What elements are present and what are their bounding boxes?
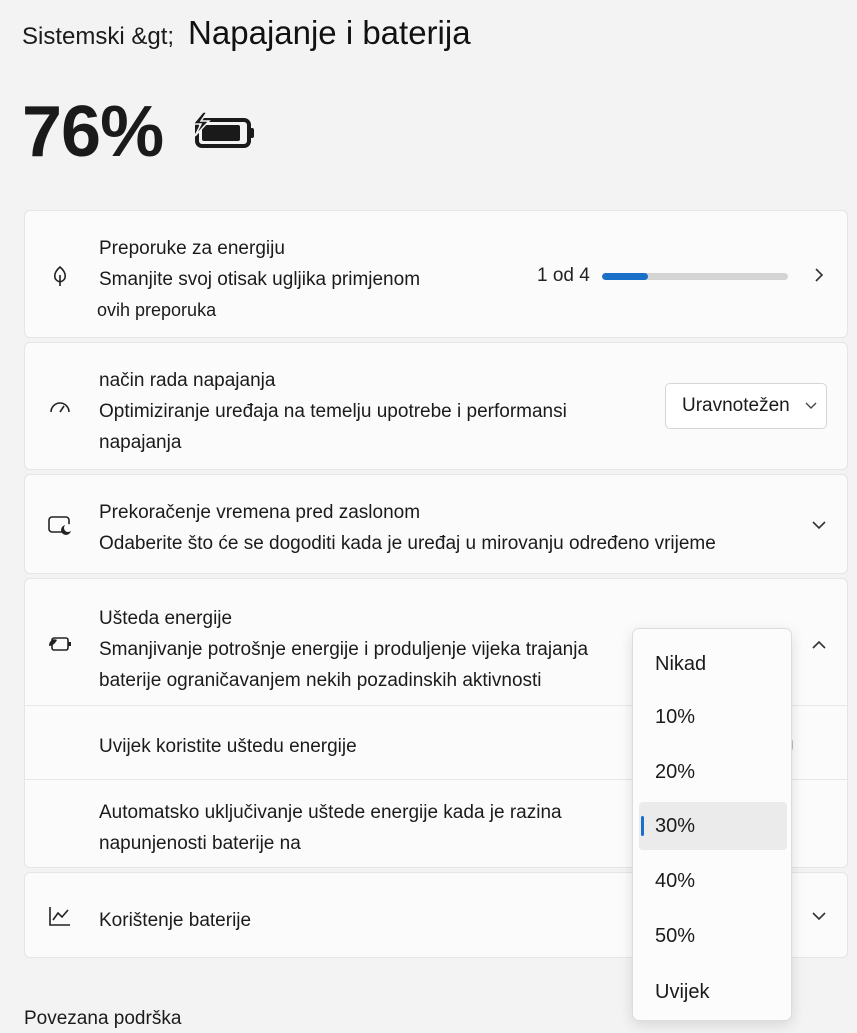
battery-saver-icon bbox=[47, 631, 73, 657]
energy-saver-title: Ušteda energije bbox=[99, 608, 233, 629]
breadcrumb: Sistemski &gt; Napajanje i baterija bbox=[22, 14, 471, 52]
energy-saver-desc-2: baterije ograničavanjem nekih pozadinski… bbox=[99, 670, 542, 691]
chevron-down-icon bbox=[812, 521, 826, 530]
chevron-right-icon bbox=[815, 268, 824, 282]
recommendations-desc-2: ovih preporuka bbox=[97, 300, 217, 320]
option-label: Nikad bbox=[655, 652, 707, 675]
chart-icon bbox=[47, 903, 73, 929]
recommendations-desc: Smanjite svoj otisak ugljika primjenom bbox=[99, 269, 421, 290]
option-nikad[interactable]: Nikad bbox=[639, 640, 787, 688]
battery-percentage: 76% bbox=[22, 92, 164, 172]
option-label: 20% bbox=[655, 760, 696, 783]
option-label: 50% bbox=[655, 924, 696, 947]
selection-indicator bbox=[641, 816, 644, 836]
auto-energy-saver-text: Automatsko uključivanje uštede energije … bbox=[99, 797, 562, 859]
battery-usage-title: Korištenje baterije bbox=[99, 910, 252, 931]
option-20[interactable]: 20% bbox=[639, 748, 787, 796]
power-mode-card: način rada napajanja Optimiziranje uređa… bbox=[24, 342, 848, 470]
option-label: Uvijek bbox=[655, 980, 710, 1003]
energy-recommendations-card[interactable]: Preporuke za energiju Smanjite svoj otis… bbox=[24, 210, 848, 338]
chevron-down-icon bbox=[812, 912, 826, 921]
option-40[interactable]: 40% bbox=[639, 857, 787, 905]
gauge-icon bbox=[47, 395, 73, 421]
screen-sleep-icon bbox=[47, 512, 73, 538]
breadcrumb-parent[interactable]: Sistemski &gt; bbox=[22, 23, 174, 51]
option-label: 10% bbox=[655, 705, 696, 728]
option-50[interactable]: 50% bbox=[639, 912, 787, 960]
option-30-selected[interactable]: 30% bbox=[639, 802, 787, 850]
always-energy-saver-label: Uvijek koristite uštedu energije bbox=[99, 736, 357, 757]
energy-saver-desc: Smanjivanje potrošnje energije i produlj… bbox=[99, 639, 589, 660]
leaf-icon bbox=[47, 263, 73, 289]
auto-energy-saver-line1: Automatsko uključivanje uštede energije … bbox=[99, 802, 562, 823]
option-label: 40% bbox=[655, 869, 696, 892]
power-mode-desc-2: napajanja bbox=[99, 432, 182, 453]
screen-timeout-card[interactable]: Prekoračenje vremena pred zaslonom Odabe… bbox=[24, 474, 848, 574]
related-support-heading: Povezana podrška bbox=[24, 1008, 182, 1029]
power-mode-dropdown[interactable]: Uravnotežen bbox=[665, 383, 827, 429]
chevron-up-icon[interactable] bbox=[811, 637, 827, 653]
option-label: 30% bbox=[655, 814, 696, 837]
option-uvijek[interactable]: Uvijek bbox=[639, 968, 787, 1016]
power-mode-selected: Uravnotežen bbox=[682, 395, 790, 416]
page-title: Napajanje i baterija bbox=[188, 14, 471, 51]
battery-status: 76% bbox=[22, 96, 257, 168]
auto-energy-saver-line2: napunjenosti baterije na bbox=[99, 833, 301, 854]
power-mode-title: način rada napajanja bbox=[99, 370, 276, 391]
screen-timeout-title: Prekoračenje vremena pred zaslonom bbox=[99, 502, 421, 523]
option-10[interactable]: 10% bbox=[639, 693, 787, 741]
screen-timeout-text: Prekoračenje vremena pred zaslonom Odabe… bbox=[99, 497, 716, 559]
battery-level-dropdown-list: Nikad 10% 20% 30% 40% 50% Uvijek bbox=[632, 628, 792, 1021]
progress-bar bbox=[601, 272, 788, 280]
recommendations-title: Preporuke za energiju bbox=[99, 238, 285, 259]
power-mode-text: način rada napajanja Optimiziranje uređa… bbox=[99, 365, 567, 458]
recommendations-text: Preporuke za energiju Smanjite svoj otis… bbox=[97, 233, 421, 326]
chevron-down-icon bbox=[805, 402, 817, 409]
battery-charging-icon bbox=[191, 111, 255, 148]
power-mode-desc: Optimiziranje uređaja na temelju upotreb… bbox=[99, 401, 567, 422]
screen-timeout-desc: Odaberite što će se dogoditi kada je ure… bbox=[99, 533, 716, 554]
progress-label: 1 od 4 bbox=[537, 265, 590, 286]
recommendations-progress: 1 od 4 bbox=[537, 265, 788, 287]
progress-fill bbox=[601, 272, 649, 280]
energy-saver-text: Ušteda energije Smanjivanje potrošnje en… bbox=[99, 603, 588, 696]
